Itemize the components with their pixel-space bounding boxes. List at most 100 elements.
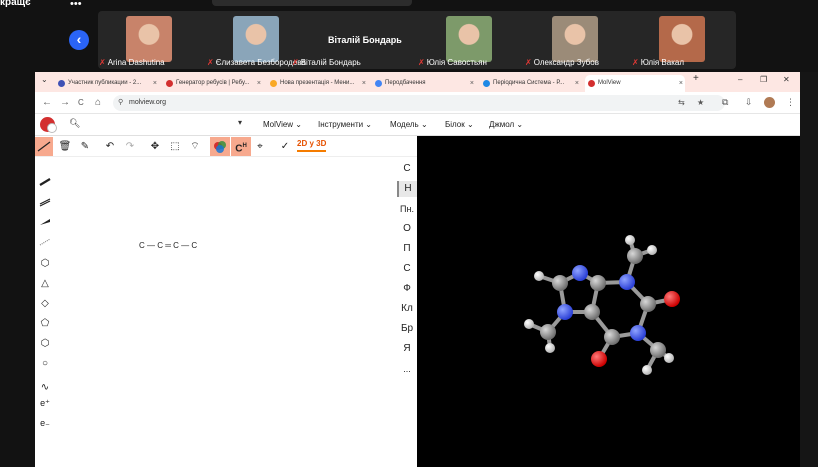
sketcher-canvas[interactable]: C — C ═ C — C — [55, 157, 397, 467]
menu-item[interactable]: Модель ⌄ — [390, 120, 428, 129]
charge-plus-icon[interactable]: e⁺ — [37, 395, 53, 411]
select-rect-icon[interactable]: ⬚ — [166, 137, 184, 156]
browser-tab[interactable]: Генератор ребусів | Ребу... × — [163, 75, 263, 92]
menu-item[interactable]: MolView ⌄ — [263, 120, 302, 129]
participant-avatar[interactable] — [446, 16, 492, 62]
tab-close-icon[interactable]: × — [575, 75, 579, 92]
square-ring-icon[interactable]: ◇ — [37, 296, 53, 312]
maximize-button[interactable]: ❐ — [760, 75, 767, 84]
benzene-ring-icon[interactable]: ⬡ — [37, 256, 53, 272]
color-mode-tool[interactable] — [210, 137, 230, 156]
atom-h — [642, 365, 652, 375]
tab-close-icon[interactable]: × — [153, 75, 157, 92]
participant-avatar[interactable] — [233, 16, 279, 62]
charge-minus-icon[interactable]: e₋ — [37, 415, 53, 431]
new-tab-button[interactable]: + — [693, 73, 699, 84]
participant-avatar[interactable] — [126, 16, 172, 62]
home-icon[interactable]: ⌂ — [95, 97, 101, 108]
2d-to-3d-button[interactable]: 2D у 3D — [297, 139, 327, 152]
redo-icon[interactable]: ↷ — [121, 137, 139, 156]
element-button[interactable]: O — [397, 221, 417, 237]
participant-name: ✗ Віталій Бондарь — [292, 58, 361, 67]
brush-icon[interactable]: ✓ — [276, 137, 294, 156]
element-button[interactable]: Я — [397, 341, 417, 357]
element-button[interactable]: ... — [397, 361, 417, 377]
element-button[interactable]: H — [397, 181, 417, 197]
element-button[interactable]: П — [397, 241, 417, 257]
structure-formula: C — C ═ C — C — [139, 241, 198, 250]
pentagon-ring-icon[interactable]: ⬠ — [37, 316, 53, 332]
element-button[interactable]: C — [397, 261, 417, 277]
hydrogen-toggle-icon[interactable]: CH — [231, 137, 251, 156]
bond-line-icon — [37, 141, 51, 152]
participant-name: ✗ Юлія Вакал — [632, 58, 685, 67]
triangle-ring-icon[interactable]: △ — [37, 276, 53, 292]
bond-wedge-icon[interactable] — [37, 214, 53, 230]
move-icon[interactable]: ✥ — [146, 137, 164, 156]
chain-icon[interactable]: ∿ — [37, 380, 53, 396]
translate-icon[interactable]: ⇆ — [678, 95, 685, 111]
molview-menubar: 🔍︎ ▾ MolView ⌄ Інструменти ⌄ Модель ⌄ Білок… — [35, 114, 800, 136]
back-icon[interactable]: ‹ — [69, 30, 89, 50]
element-button[interactable]: Кл — [397, 301, 417, 317]
profile-avatar[interactable] — [764, 97, 775, 108]
browser-tab[interactable]: Періодична Система - Р... × — [480, 75, 581, 92]
tab-label: Генератор ребусів | Ребу... — [176, 80, 250, 86]
lasso-icon[interactable]: ⌔ — [186, 137, 204, 156]
element-button[interactable]: C — [397, 161, 417, 177]
site-info-icon[interactable]: ⚲ — [118, 95, 123, 111]
bond-hash-icon[interactable] — [37, 234, 53, 250]
draw-bond-tool[interactable] — [35, 137, 53, 156]
meeting-more-icon[interactable]: ••• — [70, 0, 82, 10]
meeting-search[interactable] — [212, 0, 412, 6]
hexagon-ring-icon[interactable]: ⬡ — [37, 336, 53, 352]
molview-logo[interactable] — [40, 117, 57, 133]
bond-single-icon[interactable] — [37, 174, 53, 190]
reload-icon[interactable]: C — [78, 98, 84, 107]
download-icon[interactable]: ⇩ — [745, 97, 753, 108]
tab-close-icon[interactable]: × — [362, 75, 366, 92]
tab-close-icon[interactable]: × — [257, 75, 261, 92]
menu-item[interactable]: Білок ⌄ — [445, 120, 474, 129]
tab-search-icon[interactable]: ⌄ — [41, 75, 48, 84]
extensions-icon[interactable]: ⧉ — [722, 97, 728, 108]
element-button[interactable]: Пн. — [397, 201, 417, 217]
atom-h — [664, 353, 674, 363]
active-speaker-name: Віталій Бондарь — [328, 35, 402, 45]
atom-n — [572, 265, 588, 281]
atom-c — [650, 342, 666, 358]
browser-tab[interactable]: Перодбачення × — [372, 75, 476, 92]
element-button[interactable]: Ф — [397, 281, 417, 297]
trash-icon[interactable]: 🗑︎ — [56, 137, 74, 156]
search-icon[interactable]: 🔍︎ — [69, 118, 80, 129]
mic-off-icon: ✗ — [632, 58, 639, 67]
color-atoms-icon — [214, 141, 226, 153]
menu-item[interactable]: Інструменти ⌄ — [318, 120, 372, 129]
participant-avatar[interactable] — [552, 16, 598, 62]
close-window-button[interactable]: ✕ — [783, 75, 790, 84]
url-input[interactable]: ⚲ molview.org ⇆ ★ — [113, 95, 725, 111]
nav-forward-icon[interactable]: → — [60, 97, 70, 108]
atom-o — [664, 291, 680, 307]
browser-tab[interactable]: MolView × — [585, 75, 685, 92]
bond-double-icon[interactable] — [37, 194, 53, 210]
tab-close-icon[interactable]: × — [679, 75, 683, 92]
menu-item[interactable]: Джмол ⌄ — [489, 120, 523, 129]
atom-c — [590, 275, 606, 291]
nav-back-icon[interactable]: ← — [42, 97, 52, 108]
tab-close-icon[interactable]: × — [470, 75, 474, 92]
element-button[interactable]: Бр — [397, 321, 417, 337]
browser-menu-icon[interactable]: ⋮ — [786, 97, 795, 108]
participant-avatar[interactable] — [659, 16, 705, 62]
3d-viewer[interactable] — [417, 136, 800, 467]
eraser-icon[interactable]: ✎ — [76, 137, 94, 156]
minimize-button[interactable]: – — [738, 75, 742, 84]
heptagon-ring-icon[interactable]: ○ — [37, 356, 53, 372]
search-dropdown-icon[interactable]: ▾ — [238, 118, 242, 127]
bookmark-star-icon[interactable]: ★ — [697, 95, 704, 111]
center-icon[interactable]: ⌖ — [251, 137, 269, 156]
browser-tab[interactable]: Нова презентація - Мени... × — [267, 75, 368, 92]
undo-icon[interactable]: ↶ — [101, 137, 119, 156]
atom-c — [627, 248, 643, 264]
browser-tab[interactable]: Участник публикации - 2... × — [55, 75, 159, 92]
